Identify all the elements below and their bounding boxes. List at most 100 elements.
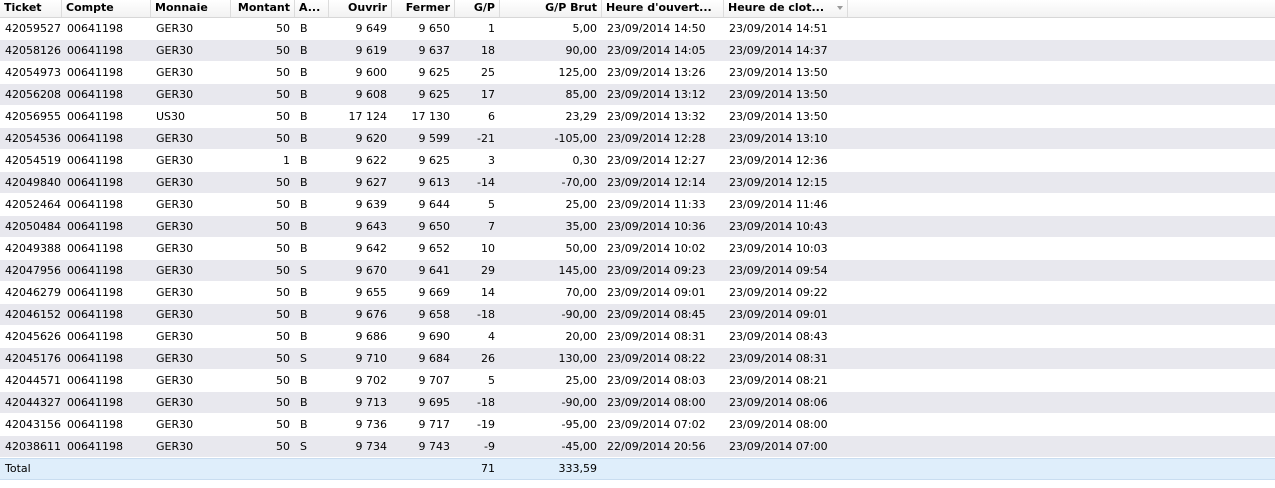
- cell-heure-ouverture: 23/09/2014 09:23: [607, 264, 706, 277]
- cell-gp-brut: 130,00: [558, 352, 598, 365]
- table-row[interactable]: 42049840 00641198 GER30 50 B 9 627 9 613 -14 -70…: [0, 172, 1275, 194]
- table-row[interactable]: 42052464 00641198 GER30 50 B 9 639 9 644 5 25,00…: [0, 194, 1275, 216]
- table-row[interactable]: 42046152 00641198 GER30 50 B 9 676 9 658 -18 -90…: [0, 304, 1275, 326]
- cell-fermer: 9 707: [418, 374, 451, 387]
- cell-action: B: [300, 418, 308, 431]
- column-header-action[interactable]: A...: [295, 0, 329, 17]
- cell-compte: 00641198: [67, 220, 123, 233]
- cell-heure-ouverture: 23/09/2014 07:02: [607, 418, 706, 431]
- table-row[interactable]: 42044327 00641198 GER30 50 B 9 713 9 695 -18 -90…: [0, 392, 1275, 414]
- column-header-monnaie[interactable]: Monnaie: [151, 0, 231, 17]
- column-header-ouvrir[interactable]: Ouvrir: [329, 0, 392, 17]
- cell-heure-ouverture: 23/09/2014 10:36: [607, 220, 706, 233]
- cell-compte: 00641198: [67, 198, 123, 211]
- table-row[interactable]: 42049388 00641198 GER30 50 B 9 642 9 652 10 50,0…: [0, 238, 1275, 260]
- cell-fermer: 9 650: [418, 22, 451, 35]
- cell-gp: 14: [481, 286, 495, 299]
- table-row[interactable]: 42054519 00641198 GER30 1 B 9 622 9 625 3 0,30 23…: [0, 150, 1275, 172]
- cell-ticket: 42043156: [5, 418, 61, 431]
- table-row[interactable]: 42046279 00641198 GER30 50 B 9 655 9 669 14 70,0…: [0, 282, 1275, 304]
- cell-heure-cloture: 23/09/2014 10:03: [729, 242, 828, 255]
- table-row[interactable]: 42044571 00641198 GER30 50 B 9 702 9 707 5 25,00…: [0, 370, 1275, 392]
- cell-montant: 1: [283, 154, 290, 167]
- column-header-gp[interactable]: G/P: [455, 0, 500, 17]
- cell-heure-ouverture: 23/09/2014 08:22: [607, 352, 706, 365]
- cell-heure-cloture: 23/09/2014 09:54: [729, 264, 828, 277]
- cell-heure-cloture: 23/09/2014 08:00: [729, 418, 828, 431]
- cell-action: B: [300, 22, 308, 35]
- cell-montant: 50: [276, 132, 290, 145]
- column-header-ticket[interactable]: Ticket: [0, 0, 62, 17]
- cell-fermer: 9 684: [418, 352, 451, 365]
- table-row[interactable]: 42058126 00641198 GER30 50 B 9 619 9 637 18 90,0…: [0, 40, 1275, 62]
- cell-fermer: 17 130: [411, 110, 451, 123]
- cell-ticket: 42044327: [5, 396, 61, 409]
- column-header-heure-cloture-label: Heure de clot...: [728, 1, 825, 14]
- table-row[interactable]: 42038611 00641198 GER30 50 S 9 734 9 743 -9 -45,…: [0, 436, 1275, 458]
- cell-ticket: 42047956: [5, 264, 61, 277]
- cell-ouvrir: 9 670: [355, 264, 388, 277]
- cell-fermer: 9 695: [418, 396, 451, 409]
- cell-monnaie: GER30: [156, 418, 194, 431]
- cell-gp: -21: [477, 132, 495, 145]
- table-row[interactable]: 42054973 00641198 GER30 50 B 9 600 9 625 25 125,…: [0, 62, 1275, 84]
- table-row[interactable]: 42050484 00641198 GER30 50 B 9 643 9 650 7 35,00…: [0, 216, 1275, 238]
- cell-compte: 00641198: [67, 418, 123, 431]
- cell-monnaie: GER30: [156, 264, 194, 277]
- table-row[interactable]: 42047956 00641198 GER30 50 S 9 670 9 641 29 145,…: [0, 260, 1275, 282]
- table-row[interactable]: 42045176 00641198 GER30 50 S 9 710 9 684 26 130,…: [0, 348, 1275, 370]
- column-header-fermer[interactable]: Fermer: [392, 0, 455, 17]
- cell-action: B: [300, 66, 308, 79]
- cell-ticket: 42054973: [5, 66, 61, 79]
- cell-montant: 50: [276, 286, 290, 299]
- cell-gp-brut: 85,00: [565, 88, 598, 101]
- cell-heure-cloture: 23/09/2014 11:46: [729, 198, 828, 211]
- cell-montant: 50: [276, 110, 290, 123]
- cell-gp: -18: [477, 396, 495, 409]
- cell-montant: 50: [276, 66, 290, 79]
- cell-gp: -9: [484, 440, 495, 453]
- cell-montant: 50: [276, 176, 290, 189]
- cell-action: B: [300, 374, 308, 387]
- cell-compte: 00641198: [67, 44, 123, 57]
- table-row[interactable]: 42059527 00641198 GER30 50 B 9 649 9 650 1 5,00 2…: [0, 18, 1275, 40]
- cell-gp: -19: [477, 418, 495, 431]
- cell-monnaie: GER30: [156, 352, 194, 365]
- cell-ouvrir: 9 608: [355, 88, 388, 101]
- cell-gp: 17: [481, 88, 495, 101]
- cell-montant: 50: [276, 44, 290, 57]
- cell-compte: 00641198: [67, 264, 123, 277]
- table-row[interactable]: 42054536 00641198 GER30 50 B 9 620 9 599 -21 -10…: [0, 128, 1275, 150]
- cell-compte: 00641198: [67, 330, 123, 343]
- cell-gp-brut: -95,00: [561, 418, 597, 431]
- table-row[interactable]: 42056955 00641198 US30 50 B 17 124 17 130 6 23,2…: [0, 106, 1275, 128]
- cell-fermer: 9 658: [418, 308, 451, 321]
- column-header-compte[interactable]: Compte: [62, 0, 151, 17]
- cell-action: B: [300, 176, 308, 189]
- cell-monnaie: GER30: [156, 22, 194, 35]
- column-header-heure-cloture[interactable]: Heure de clot...: [724, 0, 848, 17]
- cell-heure-ouverture: 23/09/2014 13:12: [607, 88, 706, 101]
- cell-ouvrir: 9 702: [355, 374, 388, 387]
- cell-ouvrir: 9 643: [355, 220, 388, 233]
- cell-ouvrir: 9 620: [355, 132, 388, 145]
- cell-monnaie: GER30: [156, 286, 194, 299]
- cell-heure-cloture: 23/09/2014 10:43: [729, 220, 828, 233]
- cell-monnaie: GER30: [156, 66, 194, 79]
- column-header-gp-brut[interactable]: G/P Brut: [500, 0, 602, 17]
- table-row[interactable]: 42056208 00641198 GER30 50 B 9 608 9 625 17 85,0…: [0, 84, 1275, 106]
- cell-gp-brut: -90,00: [561, 396, 597, 409]
- cell-heure-ouverture: 23/09/2014 11:33: [607, 198, 706, 211]
- cell-gp: -18: [477, 308, 495, 321]
- table-row[interactable]: 42045626 00641198 GER30 50 B 9 686 9 690 4 20,00…: [0, 326, 1275, 348]
- column-header-montant[interactable]: Montant: [231, 0, 295, 17]
- cell-action: B: [300, 286, 308, 299]
- cell-heure-ouverture: 23/09/2014 08:03: [607, 374, 706, 387]
- sort-descending-icon[interactable]: [837, 6, 843, 10]
- trade-history-grid: Ticket Compte Monnaie Montant A... Ouvri…: [0, 0, 1275, 480]
- table-row[interactable]: 42043156 00641198 GER30 50 B 9 736 9 717 -19 -95…: [0, 414, 1275, 436]
- cell-ticket: 42044571: [5, 374, 61, 387]
- cell-fermer: 9 625: [418, 154, 451, 167]
- column-header-heure-ouverture[interactable]: Heure d'ouvert...: [602, 0, 724, 17]
- cell-fermer: 9 690: [418, 330, 451, 343]
